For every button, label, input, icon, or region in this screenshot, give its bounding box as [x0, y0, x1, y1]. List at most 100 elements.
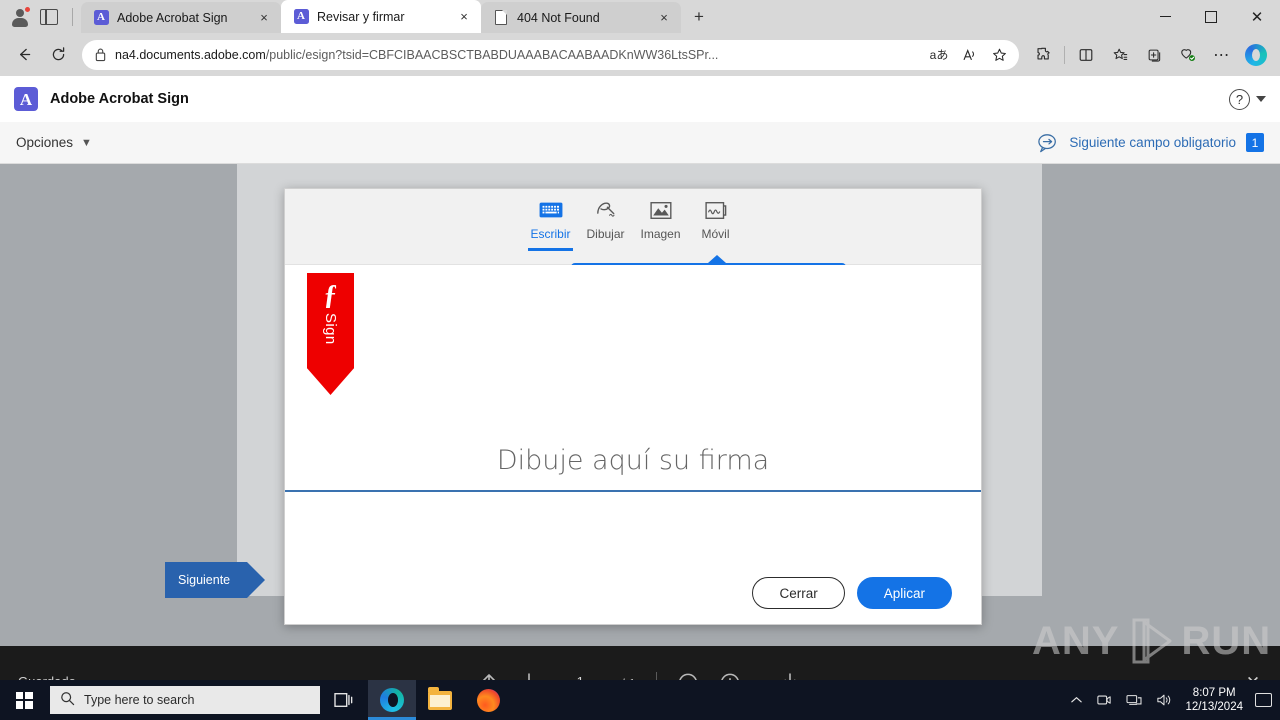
adobe-acrobat-sign-logo-icon: A [14, 87, 38, 111]
tab-imagen[interactable]: Imagen [634, 199, 687, 249]
signature-modal-footer: Cerrar Aplicar [285, 492, 981, 624]
favorites-icon[interactable] [1104, 39, 1136, 71]
signature-modal-tabs: Escribir Dibujar Imagen Móvil [285, 189, 981, 265]
taskbar-clock[interactable]: 8:07 PM 12/13/2024 [1185, 686, 1243, 714]
camera-tray-icon[interactable] [1095, 693, 1113, 707]
cerrar-button[interactable]: Cerrar [752, 577, 845, 609]
browser-tab-1[interactable]: A Adobe Acrobat Sign × [81, 2, 281, 33]
arrow-down-icon[interactable] [519, 672, 539, 680]
options-label: Opciones [16, 135, 74, 150]
firefox-icon[interactable] [464, 680, 512, 720]
url-prefix-host: na4.documents.adobe.com [115, 47, 266, 62]
document-viewport: Siguiente Escribir Dibujar Imagen Móvil … [0, 164, 1280, 646]
task-view-icon[interactable] [320, 680, 368, 720]
screen-root: A Adobe Acrobat Sign × A Revisar y firma… [0, 0, 1280, 720]
toolbar-divider [655, 672, 657, 680]
chevron-down-icon[interactable] [1256, 96, 1266, 102]
browser-tab-3[interactable]: 404 Not Found × [481, 2, 681, 33]
next-required-field-label: Siguiente campo obligatorio [1069, 135, 1236, 150]
microsoft-edge-icon[interactable] [368, 680, 416, 720]
tabstrip-divider [72, 7, 73, 26]
comment-bubble-icon [1037, 133, 1059, 153]
tab-escribir[interactable]: Escribir [524, 199, 577, 251]
taskbar-search-input[interactable]: Type here to search [50, 686, 320, 714]
network-icon[interactable] [1125, 693, 1143, 707]
settings-more-icon[interactable]: ⋯ [1206, 39, 1238, 71]
translate-icon[interactable]: aあ [925, 42, 953, 68]
browser-tab-2-title: Revisar y firmar [317, 9, 405, 24]
mobile-device-icon [703, 199, 729, 221]
split-screen-icon[interactable] [1070, 39, 1102, 71]
document-bottom-toolbar: Guardado 1 / 1 [0, 646, 1280, 680]
read-aloud-icon[interactable] [955, 42, 983, 68]
app-title: Adobe Acrobat Sign [50, 91, 189, 107]
collections-icon[interactable] [1138, 39, 1170, 71]
browser-tab-2[interactable]: A Revisar y firmar × [281, 0, 481, 33]
start-button[interactable] [0, 680, 48, 720]
browser-essentials-icon[interactable] [1027, 39, 1059, 71]
new-tab-button[interactable]: + [685, 3, 713, 31]
tab-dibujar-label: Dibujar [586, 227, 625, 241]
next-required-field-group[interactable]: Siguiente campo obligatorio 1 [1037, 133, 1264, 153]
address-bar-url: na4.documents.adobe.com/public/esign?tsi… [115, 48, 917, 62]
file-explorer-icon[interactable] [416, 680, 464, 720]
signature-modal: Escribir Dibujar Imagen Móvil ƒ Sign Dib… [284, 188, 982, 625]
app-header: A Adobe Acrobat Sign ? [0, 76, 1280, 122]
tab-imagen-label: Imagen [640, 227, 681, 241]
window-minimize-button[interactable] [1142, 0, 1188, 33]
volume-icon[interactable] [1155, 693, 1173, 707]
search-icon [60, 691, 75, 709]
reload-icon[interactable] [42, 39, 74, 71]
web-page-content: A Adobe Acrobat Sign ? Opciones ▼ Siguie… [0, 76, 1280, 680]
window-close-button[interactable]: ✕ [1234, 0, 1280, 33]
windows-logo-icon [15, 691, 33, 709]
app-header-actions: ? [1229, 88, 1266, 110]
address-bar[interactable]: na4.documents.adobe.com/public/esign?tsi… [82, 39, 1019, 70]
profile-avatar-icon[interactable] [10, 5, 31, 27]
signature-capture-area[interactable]: ƒ Sign Dibuje aquí su firma [285, 265, 981, 492]
favorite-star-icon[interactable] [985, 42, 1013, 68]
zoom-in-icon[interactable] [719, 672, 741, 680]
clock-date: 12/13/2024 [1185, 701, 1243, 713]
tab-search-icon[interactable] [40, 8, 58, 25]
notifications-icon[interactable] [1255, 693, 1272, 707]
browser-tab-1-close-icon[interactable]: × [255, 9, 273, 27]
browser-tab-3-close-icon[interactable]: × [655, 9, 673, 27]
system-tray: 8:07 PM 12/13/2024 [1070, 686, 1280, 714]
help-icon[interactable]: ? [1229, 88, 1250, 110]
app-subbar: Opciones ▼ Siguiente campo obligatorio 1 [0, 122, 1280, 164]
browser-navbar: na4.documents.adobe.com/public/esign?tsi… [0, 33, 1280, 76]
arrow-up-icon[interactable] [479, 672, 499, 680]
tabstrip-left-controls [0, 0, 81, 33]
browser-tabstrip: A Adobe Acrobat Sign × A Revisar y firma… [0, 0, 1280, 33]
signature-placeholder-text: Dibuje aquí su firma [496, 445, 770, 476]
window-maximize-button[interactable] [1188, 0, 1234, 33]
siguiente-next-tag-button[interactable]: Siguiente [165, 562, 265, 598]
browser-tab-2-close-icon[interactable]: × [455, 8, 473, 26]
tab-dibujar[interactable]: Dibujar [579, 199, 632, 249]
toolbar-close-icon[interactable]: ✕ [1240, 670, 1266, 680]
copilot-icon[interactable] [1240, 39, 1272, 71]
pen-draw-icon [593, 199, 619, 221]
browser-chrome: A Adobe Acrobat Sign × A Revisar y firma… [0, 0, 1280, 76]
tab-escribir-label: Escribir [530, 227, 571, 241]
sign-here-tag-icon: ƒ Sign [307, 273, 354, 395]
toolbar-center-controls: 1 / 1 [0, 666, 1280, 680]
chevron-down-icon: ▼ [81, 136, 92, 149]
back-icon[interactable] [8, 39, 40, 71]
tab-movil[interactable]: Móvil [689, 199, 742, 249]
zoom-out-icon[interactable] [677, 672, 699, 680]
browser-shield-icon[interactable] [1172, 39, 1204, 71]
image-icon [648, 199, 674, 221]
toolbar-divider [1064, 45, 1065, 64]
address-bar-actions: aあ [925, 42, 1013, 68]
keyboard-icon [538, 199, 564, 221]
options-menu[interactable]: Opciones ▼ [16, 135, 92, 150]
clock-time: 8:07 PM [1192, 687, 1236, 699]
aplicar-button[interactable]: Aplicar [856, 577, 952, 609]
lock-icon [94, 47, 107, 62]
download-icon[interactable] [779, 672, 801, 680]
taskbar-search-placeholder: Type here to search [84, 693, 195, 707]
sign-tag-label: Sign [322, 313, 339, 345]
show-hidden-icons-icon[interactable] [1070, 695, 1083, 705]
